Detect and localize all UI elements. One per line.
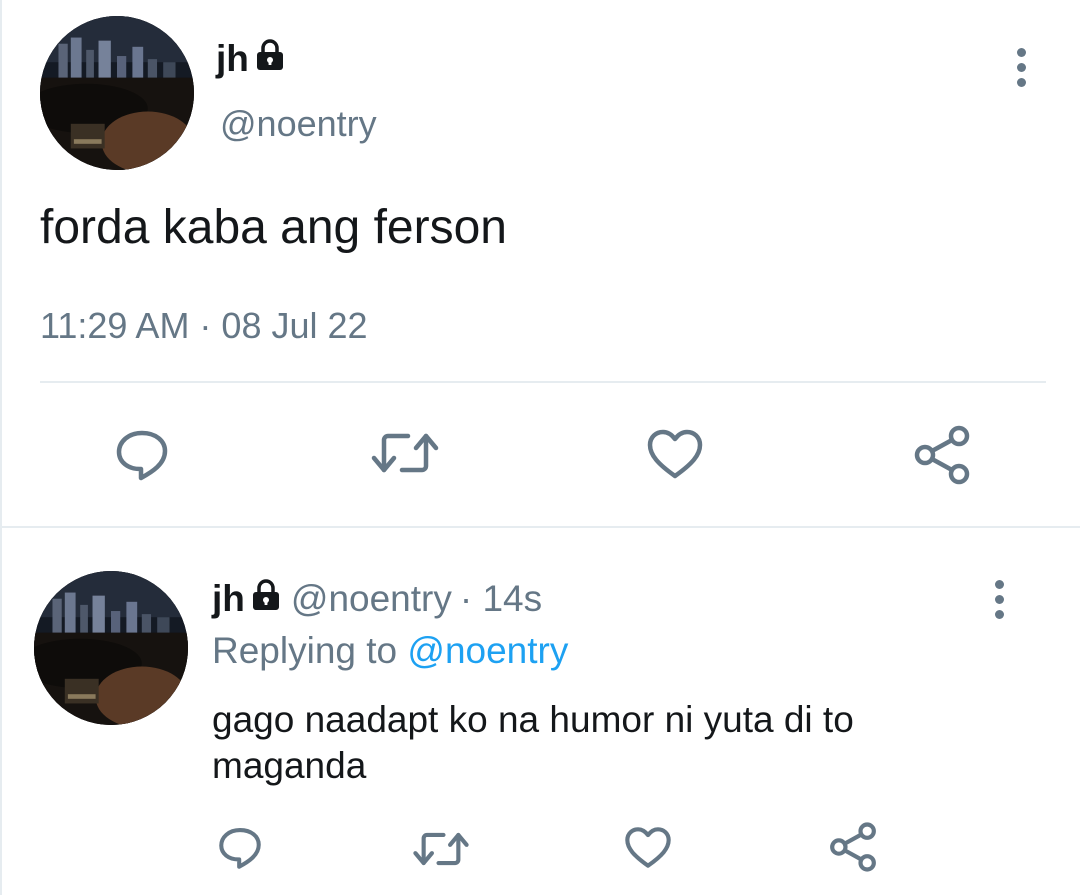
- reply-header: jh @noentry · 14s: [212, 578, 542, 620]
- lock-icon: [251, 578, 281, 620]
- replying-to: Replying to @noentry: [212, 630, 568, 672]
- share-icon[interactable]: [912, 425, 972, 485]
- author-name-text[interactable]: jh: [216, 38, 249, 80]
- reply-text: gago naadapt ko na humor ni yuta di to m…: [212, 699, 854, 786]
- more-options-icon[interactable]: [992, 580, 1006, 625]
- avatar[interactable]: [40, 16, 194, 170]
- tweet-thread: jh @noentry forda kaba ang ferson 11:29 …: [0, 0, 1080, 895]
- tweet-text: forda kaba ang ferson: [40, 201, 507, 254]
- replying-prefix: Replying to: [212, 630, 398, 671]
- divider: [40, 381, 1046, 383]
- more-options-icon[interactable]: [1014, 48, 1028, 93]
- share-icon[interactable]: [828, 822, 878, 872]
- like-icon[interactable]: [646, 428, 704, 480]
- author-name[interactable]: jh: [212, 578, 245, 620]
- retweet-icon[interactable]: [370, 430, 440, 476]
- lock-icon: [255, 38, 285, 80]
- retweet-icon[interactable]: [412, 830, 470, 868]
- avatar[interactable]: [34, 571, 188, 725]
- reply-icon[interactable]: [114, 428, 170, 482]
- like-icon[interactable]: [624, 826, 672, 869]
- replying-mention[interactable]: @noentry: [407, 630, 568, 671]
- reply-icon[interactable]: [217, 826, 263, 870]
- tweet-timestamp[interactable]: 11:29 AM · 08 Jul 22: [40, 305, 368, 347]
- reply-age: · 14s: [459, 578, 543, 619]
- author-handle[interactable]: @noentry: [291, 578, 452, 620]
- author-name[interactable]: jh: [216, 38, 285, 80]
- author-handle[interactable]: @noentry: [220, 103, 377, 145]
- section-divider: [2, 526, 1080, 528]
